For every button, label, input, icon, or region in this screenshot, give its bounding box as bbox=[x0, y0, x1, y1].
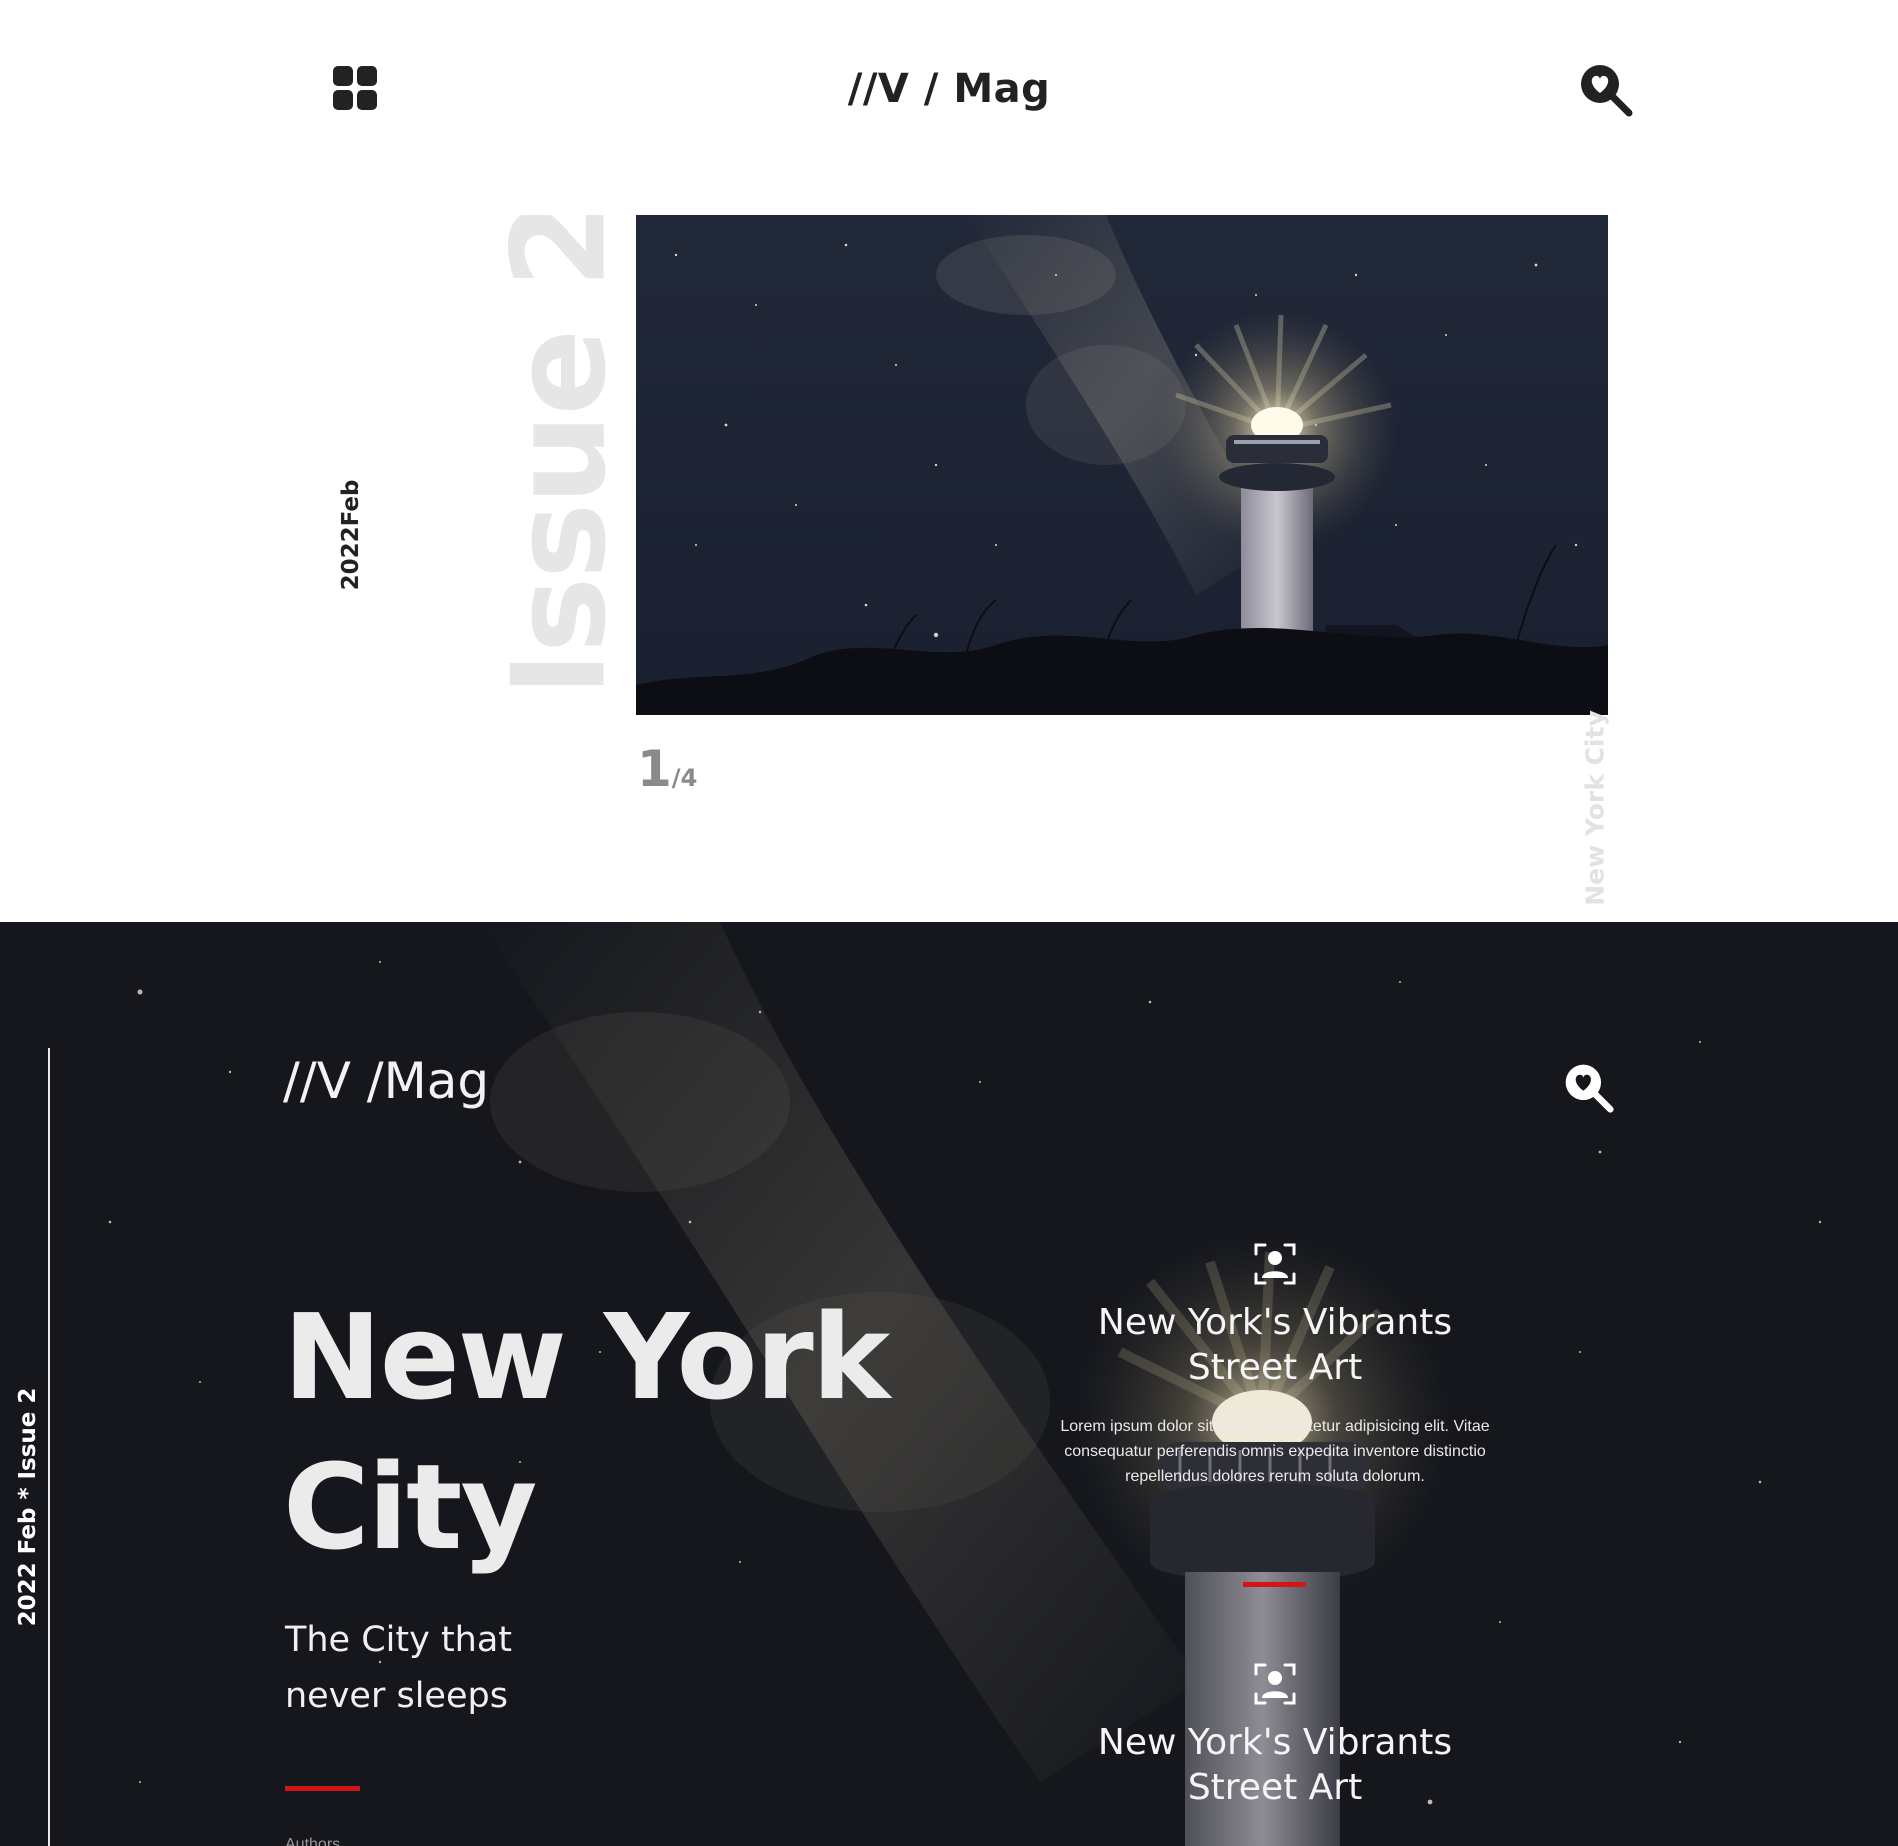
article-excerpt: Lorem ipsum dolor sit amet consectetur a… bbox=[1060, 1418, 1490, 1485]
side-divider bbox=[48, 1048, 50, 1846]
side-issue-text: 2022 Feb * Issue 2 bbox=[15, 1387, 41, 1627]
slide-pager: 1/4 bbox=[637, 740, 697, 798]
person-frame-icon bbox=[1254, 1243, 1296, 1285]
issue-number-text: Issue 2 bbox=[495, 215, 625, 685]
person-frame-icon bbox=[1254, 1663, 1296, 1705]
feature-section: 2022 Feb * Issue 2 //V /Mag New York Cit… bbox=[0, 922, 1898, 1846]
side-issue-label: 2022 Feb * Issue 2 bbox=[8, 1388, 48, 1627]
search-heart-icon[interactable] bbox=[1576, 60, 1634, 118]
feature-subline: The City that never sleeps bbox=[285, 1620, 513, 1716]
feature-headline: New York City bbox=[283, 1288, 890, 1576]
article-card[interactable]: New York's Vibrants Street Art Lorem ips… bbox=[1040, 1242, 1510, 1489]
location-label: New York City bbox=[1575, 710, 1615, 905]
authors-label: Authors bbox=[285, 1836, 341, 1846]
accent-rule bbox=[285, 1786, 360, 1791]
brand-logo-dark[interactable]: //V /Mag bbox=[283, 1052, 489, 1110]
article-title[interactable]: New York's Vibrants Street Art bbox=[1040, 1300, 1510, 1390]
issue-date-text: 2022Feb bbox=[338, 479, 364, 591]
accent-rule bbox=[1243, 1582, 1306, 1587]
article-card[interactable]: New York's Vibrants Street Art bbox=[1040, 1662, 1510, 1810]
issue-number: Issue 2 bbox=[495, 215, 625, 685]
issue-date: 2022Feb bbox=[331, 480, 371, 591]
article-title[interactable]: New York's Vibrants Street Art bbox=[1040, 1720, 1510, 1810]
pager-current: 1 bbox=[637, 740, 672, 798]
search-heart-icon[interactable] bbox=[1561, 1060, 1615, 1114]
location-label-text: New York City bbox=[1580, 709, 1610, 906]
cover-section: //V / Mag 2022Feb Issue 2 bbox=[0, 0, 1898, 922]
lighthouse-hero-image[interactable] bbox=[636, 215, 1608, 715]
pager-total: /4 bbox=[671, 764, 698, 792]
